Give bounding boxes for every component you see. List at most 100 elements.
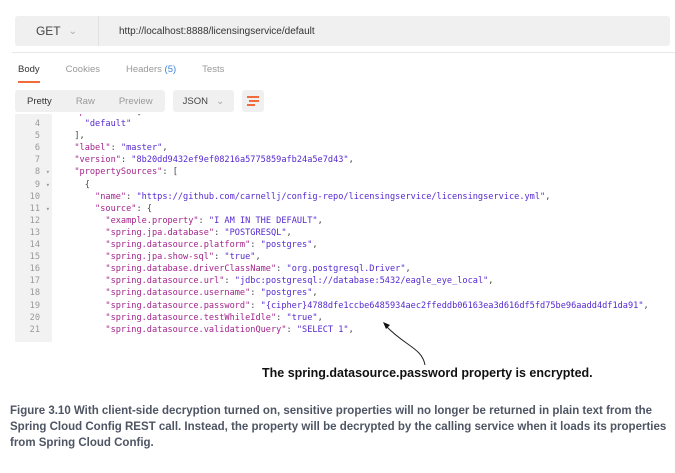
json-value: "org.postgresql.Driver"	[286, 264, 406, 275]
separator: :	[250, 300, 261, 311]
json-value: "postgres"	[260, 288, 313, 299]
separator: :	[162, 167, 173, 178]
separator: :	[276, 264, 287, 275]
code-text: "propertySources": [	[52, 166, 178, 178]
chevron-down-icon: ⌄	[215, 95, 225, 107]
code-line: 13 "spring.jpa.database": "POSTGRESQL",	[15, 227, 649, 239]
line-number: 18	[15, 287, 52, 299]
code-text: "default"	[52, 118, 132, 130]
punctuation: ,	[348, 155, 354, 166]
code-text: "spring.datasource.platform": "postgres"…	[52, 239, 317, 251]
separator: :	[224, 276, 235, 287]
code-line: 12 "example.property": "I AM IN THE DEFA…	[15, 215, 649, 227]
punctuation: ],	[74, 131, 85, 142]
url-input[interactable]: http://localhost:8888/licensingservice/d…	[99, 26, 315, 37]
separator: :	[136, 203, 147, 214]
json-key: "profiles"	[74, 114, 126, 117]
code-text: "spring.datasource.url": "jdbc:postgresq…	[52, 275, 493, 287]
code-text: "spring.jpa.show-sql": "true",	[52, 251, 260, 263]
line-number: 13	[15, 227, 52, 239]
line-number-text: 10	[29, 191, 40, 202]
tab-cookies[interactable]: Cookies	[66, 64, 100, 83]
pretty-button[interactable]: Pretty	[15, 96, 64, 107]
line-number: 20	[15, 312, 52, 324]
line-number: 6	[15, 142, 52, 154]
code-line: 7 "version": "8b20dd9432ef9ef08216a57758…	[15, 154, 649, 166]
line-number: 4	[15, 118, 52, 130]
tab-tests[interactable]: Tests	[202, 64, 224, 83]
code-line: 14 "spring.datasource.platform": "postgr…	[15, 239, 649, 251]
line-number: 11 ▾	[15, 203, 52, 215]
code-line: 15 "spring.jpa.show-sql": "true",	[15, 251, 649, 263]
tab-body[interactable]: Body	[18, 64, 40, 83]
line-number-text: 13	[29, 227, 40, 238]
punctuation: ,	[405, 264, 411, 275]
code-text: "name": "https://github.com/carnellj/con…	[52, 191, 550, 203]
line-number: 19	[15, 300, 52, 312]
punctuation: [	[136, 114, 141, 117]
divider	[12, 52, 675, 53]
line-number-text: 4	[34, 119, 40, 130]
json-value: "true"	[224, 252, 256, 263]
code-text: ],	[52, 130, 85, 142]
line-number-text: 18	[29, 288, 40, 299]
fold-toggle-icon[interactable]: ▾	[46, 203, 50, 215]
code-text: "source": {	[52, 203, 152, 215]
line-number-text: 8	[34, 167, 40, 178]
line-number: 21	[15, 324, 52, 336]
json-value: "8b20dd9432ef9ef08216a5775859afb24a5e7d4…	[131, 155, 349, 166]
line-number: 5	[15, 130, 52, 142]
line-number-text: 6	[34, 143, 40, 154]
fold-toggle-icon[interactable]: ▾	[46, 179, 50, 191]
wrap-lines-icon[interactable]	[242, 90, 265, 112]
code-text: {	[52, 179, 90, 191]
body-toolbar: Pretty Raw Preview JSON ⌄	[15, 90, 265, 112]
code-text: "spring.database.driverClassName": "org.…	[52, 263, 411, 275]
punctuation: ,	[545, 191, 551, 202]
code-line: 8 ▾ "propertySources": [	[15, 166, 649, 178]
json-value: "jdbc:postgresql://database:5432/eagle_e…	[234, 276, 489, 287]
format-label: JSON	[182, 95, 208, 107]
json-key: "propertySources"	[74, 167, 163, 178]
code-line: 11 ▾ "source": {	[15, 203, 649, 215]
code-text: "example.property": "I AM IN THE DEFAULT…	[52, 215, 323, 227]
line-number-text: 17	[29, 276, 40, 287]
response-body-editor[interactable]: 3▾ "profiles": [4 "default"5 ],6 "label"…	[15, 114, 665, 342]
line-number-text: 16	[29, 264, 40, 275]
separator: :	[276, 312, 287, 323]
json-value: "https://github.com/carnellj/config-repo…	[136, 191, 546, 202]
punctuation: [	[172, 167, 178, 178]
punctuation: {	[84, 179, 90, 190]
json-key: "spring.datasource.validationQuery"	[105, 324, 287, 335]
separator: :	[198, 215, 209, 226]
separator: :	[214, 252, 225, 263]
code-text: "spring.datasource.password": "{cipher}4…	[52, 300, 649, 312]
callout-label: The spring.datasource.password property …	[262, 366, 593, 380]
fold-toggle-icon[interactable]: ▾	[46, 166, 50, 178]
callout-arrow-icon	[383, 322, 426, 366]
line-number-text: 7	[34, 155, 40, 166]
separator: :	[126, 191, 137, 202]
punctuation: ,	[348, 324, 354, 335]
json-key: "label"	[74, 143, 111, 154]
code-line: 18 "spring.datasource.username": "postgr…	[15, 287, 649, 299]
tab-headers[interactable]: Headers (5)	[126, 64, 176, 83]
response-tabs: Body Cookies Headers (5) Tests	[18, 64, 250, 83]
separator: :	[250, 288, 261, 299]
json-key: "spring.datasource.username"	[105, 288, 251, 299]
json-value: "{cipher}4788dfe1ccbe6485934aec2ffeddb06…	[260, 300, 644, 311]
separator: :	[126, 114, 136, 117]
code-line: 9 ▾ {	[15, 179, 649, 191]
punctuation: ,	[286, 227, 292, 238]
json-key: "example.property"	[105, 215, 199, 226]
json-value: "default"	[84, 119, 132, 130]
separator: :	[214, 227, 225, 238]
punctuation: ,	[317, 215, 323, 226]
method-select[interactable]: GET ⌄	[15, 16, 99, 46]
raw-button[interactable]: Raw	[64, 96, 107, 107]
line-number: 12	[15, 215, 52, 227]
punctuation: ,	[643, 300, 649, 311]
tab-headers-label: Headers	[125, 64, 162, 75]
format-select[interactable]: JSON ⌄	[172, 90, 235, 112]
preview-button[interactable]: Preview	[107, 96, 165, 107]
